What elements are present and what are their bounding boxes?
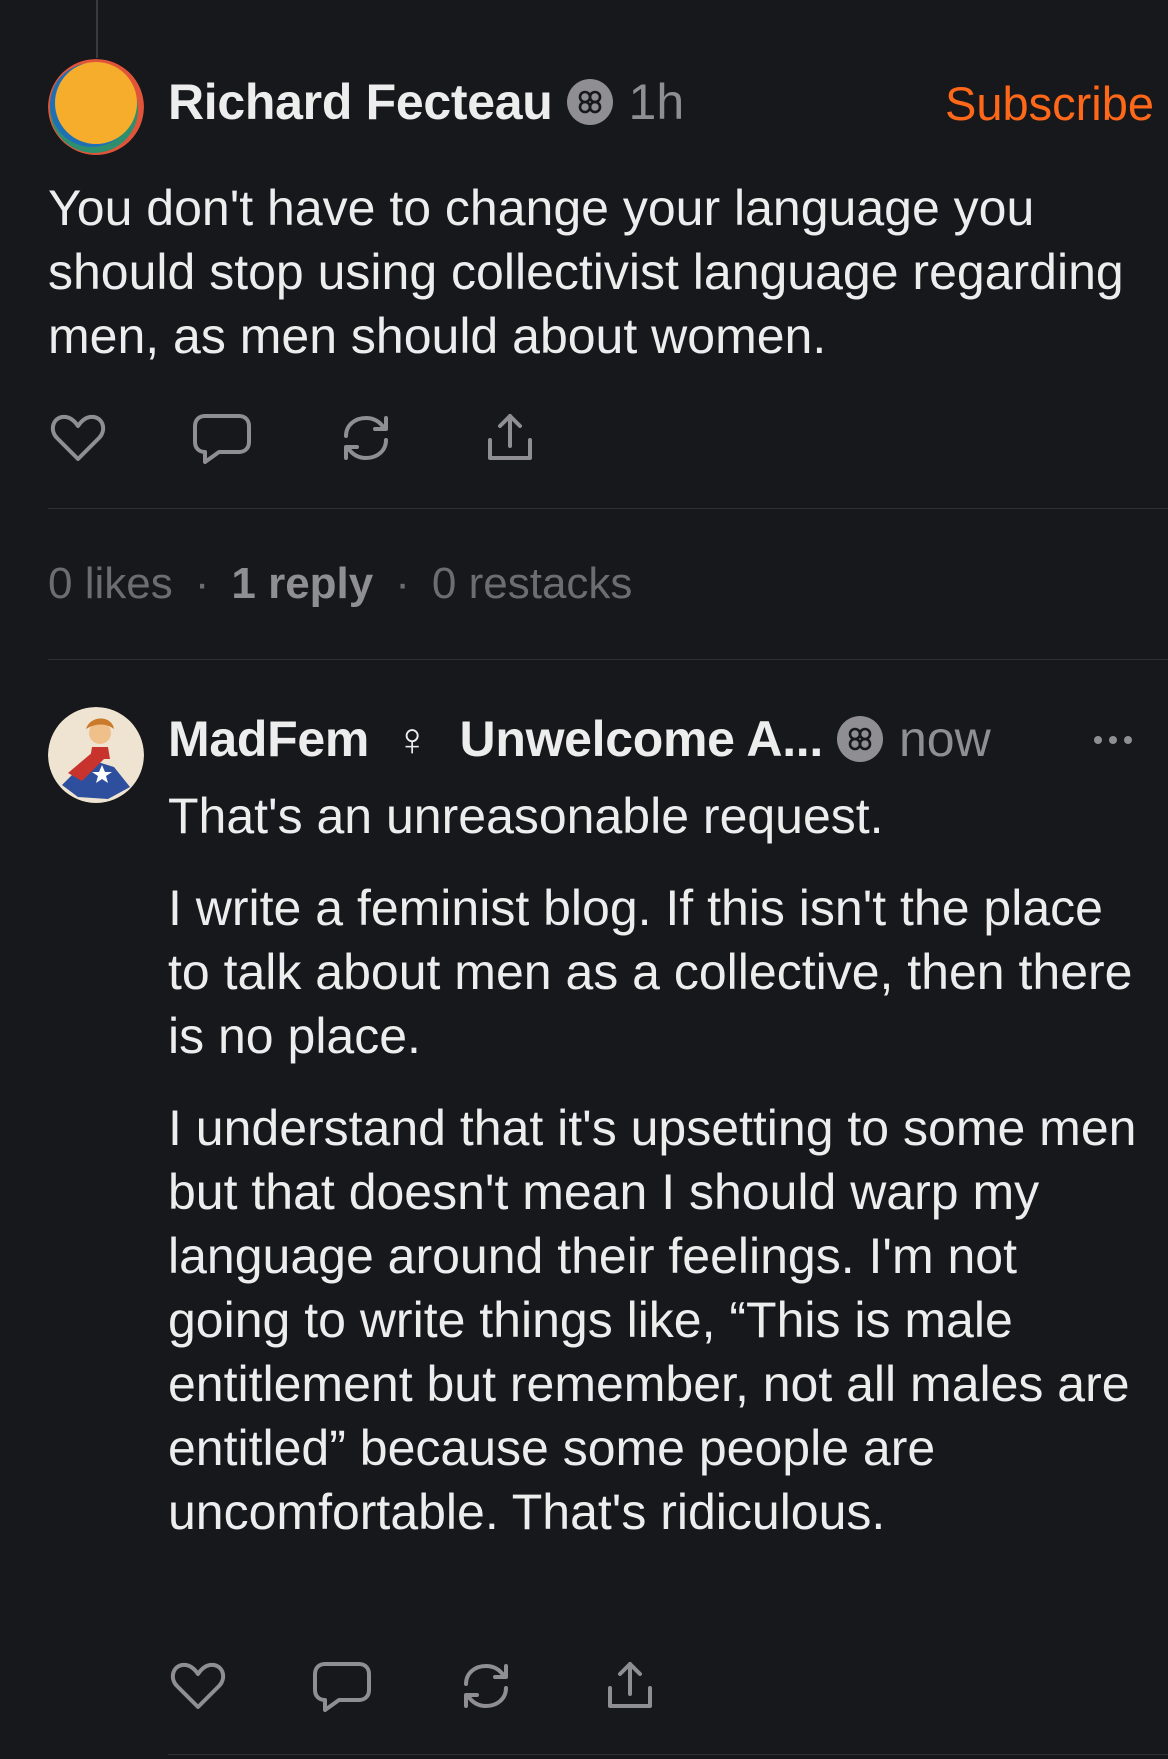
subscribe-button[interactable]: Subscribe: [945, 76, 1154, 131]
divider: [168, 1754, 1168, 1755]
post-action-bar: [46, 406, 542, 470]
like-button[interactable]: [166, 1654, 230, 1718]
reply-author-name[interactable]: MadFem: [168, 710, 369, 768]
comment-button[interactable]: [310, 1654, 374, 1718]
share-icon: [608, 1662, 652, 1708]
heart-icon: [170, 1662, 226, 1709]
restack-button[interactable]: [454, 1654, 518, 1718]
heart-icon: [50, 414, 106, 461]
reply-action-bar: [166, 1654, 662, 1718]
restack-icon: [344, 416, 388, 460]
reply-paragraph: That's an unreasonable request.: [168, 788, 884, 844]
restack-button[interactable]: [334, 406, 398, 470]
more-options-icon[interactable]: [1094, 736, 1132, 744]
post-body: You don't have to change your language y…: [48, 180, 1124, 364]
author-name[interactable]: Richard Fecteau: [168, 73, 553, 131]
share-button[interactable]: [598, 1654, 662, 1718]
subscriber-badge-icon: [837, 716, 883, 762]
comment-icon: [193, 414, 251, 464]
reply-timestamp: now: [899, 711, 991, 767]
divider: [48, 508, 1168, 509]
replies-count[interactable]: 1 reply: [231, 559, 373, 609]
separator-dot: ·: [194, 559, 210, 608]
restacks-count[interactable]: 0 restacks: [432, 559, 633, 609]
subscriber-badge-icon: [566, 79, 613, 125]
comment-icon: [313, 1662, 371, 1712]
restack-icon: [464, 1664, 508, 1708]
reply-paragraph: I write a feminist blog. If this isn't t…: [168, 880, 1133, 1064]
female-symbol-icon: ♀: [395, 713, 430, 765]
comment-button[interactable]: [190, 406, 254, 470]
separator-dot: ·: [395, 559, 410, 608]
reply-paragraph: I understand that it's upsetting to some…: [168, 1100, 1137, 1540]
post-stats: 0 likes · 1 reply · 0 restacks: [48, 556, 632, 612]
author-avatar[interactable]: [48, 59, 144, 155]
post-timestamp: 1h: [628, 74, 685, 130]
divider: [48, 659, 1168, 660]
share-button[interactable]: [478, 406, 542, 470]
reply-author-avatar[interactable]: [48, 707, 144, 803]
publication-name[interactable]: Unwelcome A...: [460, 710, 824, 768]
reply-body: That's an unreasonable request. I write …: [168, 784, 1148, 1572]
thread-connector-line: [96, 0, 98, 58]
share-icon: [488, 414, 532, 460]
likes-count[interactable]: 0 likes: [48, 559, 173, 609]
like-button[interactable]: [46, 406, 110, 470]
